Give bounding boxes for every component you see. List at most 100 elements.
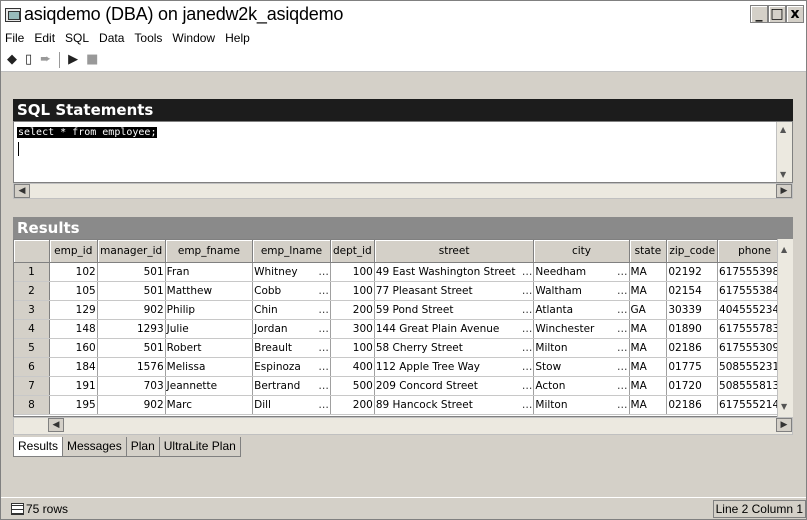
table-row[interactable]: 1 102 501 Fran Whitney … 100 49 East Washington… [14, 262, 792, 282]
column-header[interactable]: street [374, 240, 535, 263]
cell-emp-fname[interactable]: Robert [165, 338, 254, 358]
cell-emp-id[interactable]: 105 [49, 281, 98, 301]
cell-dept-id[interactable]: 100 [330, 338, 375, 358]
cell-manager-id[interactable]: 902 [97, 395, 166, 415]
cell-manager-id[interactable]: 902 [97, 300, 166, 320]
book-icon[interactable]: ▯ [25, 52, 32, 67]
row-number[interactable]: 8 [14, 395, 50, 415]
cell-emp-id[interactable]: 129 [49, 300, 98, 320]
cell-manager-id[interactable]: 501 [97, 281, 166, 301]
scroll-up-icon[interactable]: ▲ [781, 245, 787, 254]
app-icon[interactable] [5, 7, 21, 22]
tab-messages[interactable]: Messages [62, 437, 127, 457]
cell-city[interactable]: Winchester… [533, 319, 630, 339]
row-number[interactable]: 1 [14, 262, 50, 282]
results-grid[interactable]: emp_id manager_id emp_fname emp_lname de… [13, 239, 793, 417]
column-header[interactable]: state [629, 240, 668, 263]
column-header[interactable]: emp_lname [252, 240, 331, 263]
cell-emp-id[interactable]: 148 [49, 319, 98, 339]
tab-plan[interactable]: Plan [125, 437, 160, 457]
cell-manager-id[interactable]: 501 [97, 338, 166, 358]
cell-emp-id[interactable]: 184 [49, 357, 98, 377]
editor-vertical-scrollbar[interactable]: ▲ ▼ [776, 122, 792, 182]
cell-dept-id[interactable]: 500 [330, 376, 375, 396]
row-number[interactable]: 2 [14, 281, 50, 301]
cell-city[interactable]: Milton… [533, 395, 630, 415]
table-row[interactable]: 5 160 501 Robert Breault … 100 58 Cherry Street… [14, 338, 792, 358]
cell-dept-id[interactable]: 200 [330, 300, 375, 320]
table-row[interactable]: 8 195 902 Marc Dill… 200 89 Hancock Street… Mil… [14, 395, 792, 415]
editor-horizontal-scrollbar[interactable]: ◀ ▶ [13, 183, 793, 199]
menu-data[interactable]: Data [99, 31, 124, 45]
cell-emp-fname[interactable]: Matthew [165, 281, 254, 301]
cell-emp-lname[interactable]: Chin… [252, 300, 331, 320]
scroll-right-icon[interactable]: ▶ [776, 184, 792, 198]
menu-window[interactable]: Window [172, 31, 215, 45]
column-header[interactable]: zip_code [666, 240, 719, 263]
close-button[interactable]: x [786, 5, 804, 23]
scroll-down-icon[interactable]: ▼ [780, 170, 786, 179]
cell-city[interactable]: Waltham… [533, 281, 630, 301]
menu-tools[interactable]: Tools [134, 31, 162, 45]
row-number[interactable]: 4 [14, 319, 50, 339]
table-row[interactable]: 7 191 703 Jeannette Bertrand … 500 209 Concord … [14, 376, 792, 396]
cell-state[interactable]: MA [629, 338, 668, 358]
cell-state[interactable]: MA [629, 281, 668, 301]
cell-manager-id[interactable]: 1293 [97, 319, 166, 339]
cell-state[interactable]: MA [629, 395, 668, 415]
tab-ultralite-plan[interactable]: UltraLite Plan [158, 437, 241, 457]
menu-file[interactable]: File [5, 31, 24, 45]
play-icon[interactable]: ▶ [68, 52, 78, 67]
table-row[interactable]: 4 148 1293 Julie Jordan … 300 144 Great Plain A… [14, 319, 792, 339]
column-header[interactable]: dept_id [330, 240, 375, 263]
scroll-up-icon[interactable]: ▲ [780, 125, 786, 134]
cell-dept-id[interactable]: 100 [330, 281, 375, 301]
tab-results[interactable]: Results [13, 437, 64, 457]
cell-zip-code[interactable]: 01890 [666, 319, 719, 339]
cell-zip-code[interactable]: 01775 [666, 357, 719, 377]
cell-street[interactable]: 77 Pleasant Street… [374, 281, 535, 301]
menu-edit[interactable]: Edit [34, 31, 55, 45]
cell-dept-id[interactable]: 300 [330, 319, 375, 339]
column-header[interactable]: manager_id [97, 240, 166, 263]
grid-horizontal-scrollbar[interactable]: ◀ ▶ [13, 417, 793, 435]
cell-state[interactable]: GA [629, 300, 668, 320]
cell-street[interactable]: 144 Great Plain Avenue… [374, 319, 535, 339]
cell-emp-lname[interactable]: Jordan… [252, 319, 331, 339]
row-number[interactable]: 5 [14, 338, 50, 358]
scroll-left-icon[interactable]: ◀ [48, 418, 64, 432]
scroll-left-icon[interactable]: ◀ [14, 184, 30, 198]
stop-icon[interactable]: ■ [86, 52, 98, 67]
cell-emp-lname[interactable]: Bertrand… [252, 376, 331, 396]
title-bar[interactable]: asiqdemo (DBA) on janedw2k_asiqdemo _ □ … [1, 1, 806, 28]
cell-zip-code[interactable]: 02186 [666, 395, 719, 415]
cell-street[interactable]: 49 East Washington Street… [374, 262, 535, 282]
cell-manager-id[interactable]: 703 [97, 376, 166, 396]
cell-city[interactable]: Needham… [533, 262, 630, 282]
sql-statement-text[interactable]: select * from employee; [17, 127, 158, 138]
cell-emp-lname[interactable]: Dill… [252, 395, 331, 415]
cell-emp-id[interactable]: 102 [49, 262, 98, 282]
cell-city[interactable]: Milton… [533, 338, 630, 358]
cell-state[interactable]: MA [629, 357, 668, 377]
cell-street[interactable]: 59 Pond Street… [374, 300, 535, 320]
cell-street[interactable]: 89 Hancock Street… [374, 395, 535, 415]
cell-emp-lname[interactable]: Breault… [252, 338, 331, 358]
row-number-header[interactable] [14, 240, 50, 263]
row-number[interactable]: 6 [14, 357, 50, 377]
cell-emp-fname[interactable]: Philip [165, 300, 254, 320]
scroll-right-icon[interactable]: ▶ [776, 418, 792, 432]
back-arrow-icon[interactable]: ◆ [7, 52, 17, 67]
cell-zip-code[interactable]: 02192 [666, 262, 719, 282]
row-number[interactable]: 7 [14, 376, 50, 396]
scroll-down-icon[interactable]: ▼ [781, 402, 787, 411]
table-row[interactable]: 2 105 501 Matthew Cobb … 100 77 Pleasant Street… [14, 281, 792, 301]
cell-emp-fname[interactable]: Melissa [165, 357, 254, 377]
cell-dept-id[interactable]: 400 [330, 357, 375, 377]
cell-emp-id[interactable]: 160 [49, 338, 98, 358]
column-header[interactable]: emp_id [49, 240, 98, 263]
cell-city[interactable]: Atlanta… [533, 300, 630, 320]
cell-state[interactable]: MA [629, 376, 668, 396]
cell-street[interactable]: 112 Apple Tree Way… [374, 357, 535, 377]
cell-zip-code[interactable]: 02154 [666, 281, 719, 301]
